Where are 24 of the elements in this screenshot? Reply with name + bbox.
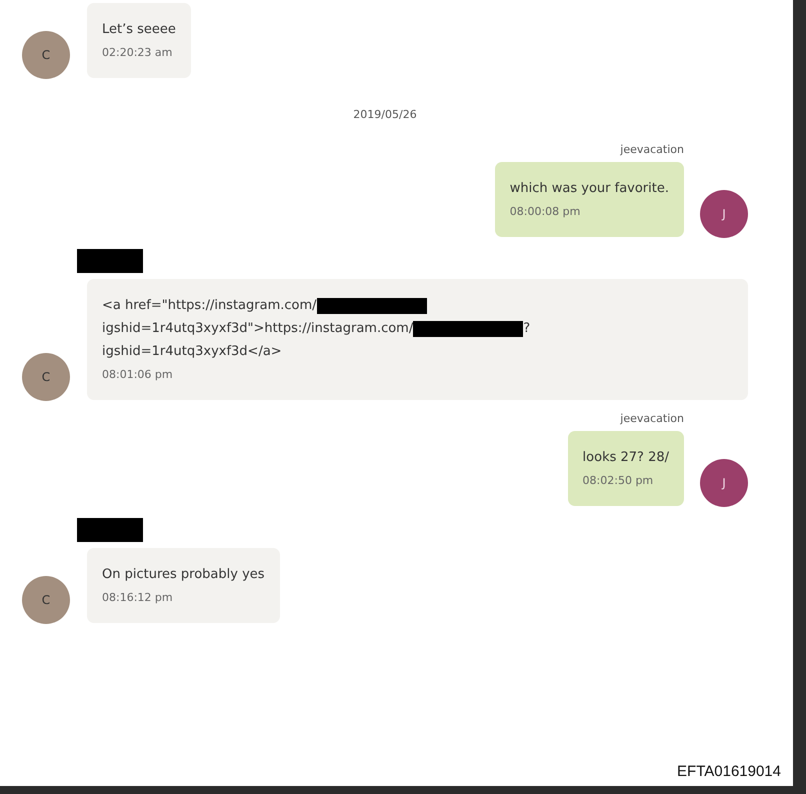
message-text: igshid=1r4utq3xyxf3d">https://instagram.com/ xyxy=(102,320,414,338)
avatar: C xyxy=(22,31,70,79)
sender-name: jeevacation xyxy=(620,143,684,156)
avatar: C xyxy=(22,353,70,401)
message-text: igshid=1r4utq3xyxf3d</a> xyxy=(102,343,282,361)
message-time: 08:01:06 pm xyxy=(102,367,174,383)
message-time: 02:20:23 am xyxy=(102,45,174,61)
avatar: C xyxy=(22,576,70,624)
redaction-bar xyxy=(77,249,143,273)
avatar: J xyxy=(700,190,748,238)
redaction-bar xyxy=(77,518,143,542)
document-id: EFTA01619014 xyxy=(677,763,781,780)
avatar: J xyxy=(700,459,748,507)
message-text: Let’s seeee xyxy=(102,21,176,39)
message-time: 08:02:50 pm xyxy=(582,473,654,489)
message-text: ? xyxy=(523,320,530,338)
message-text: <a href="https://instagram.com/ xyxy=(102,297,317,315)
message-text: On pictures probably yes xyxy=(102,566,265,584)
message-text: looks 27? 28/ xyxy=(582,449,669,467)
date-separator: 2019/05/26 xyxy=(353,108,417,121)
message-text: which was your favorite. xyxy=(510,180,669,198)
message-time: 08:16:12 pm xyxy=(102,590,174,606)
message-time: 08:00:08 pm xyxy=(510,204,582,220)
sender-name: jeevacation xyxy=(620,412,684,425)
